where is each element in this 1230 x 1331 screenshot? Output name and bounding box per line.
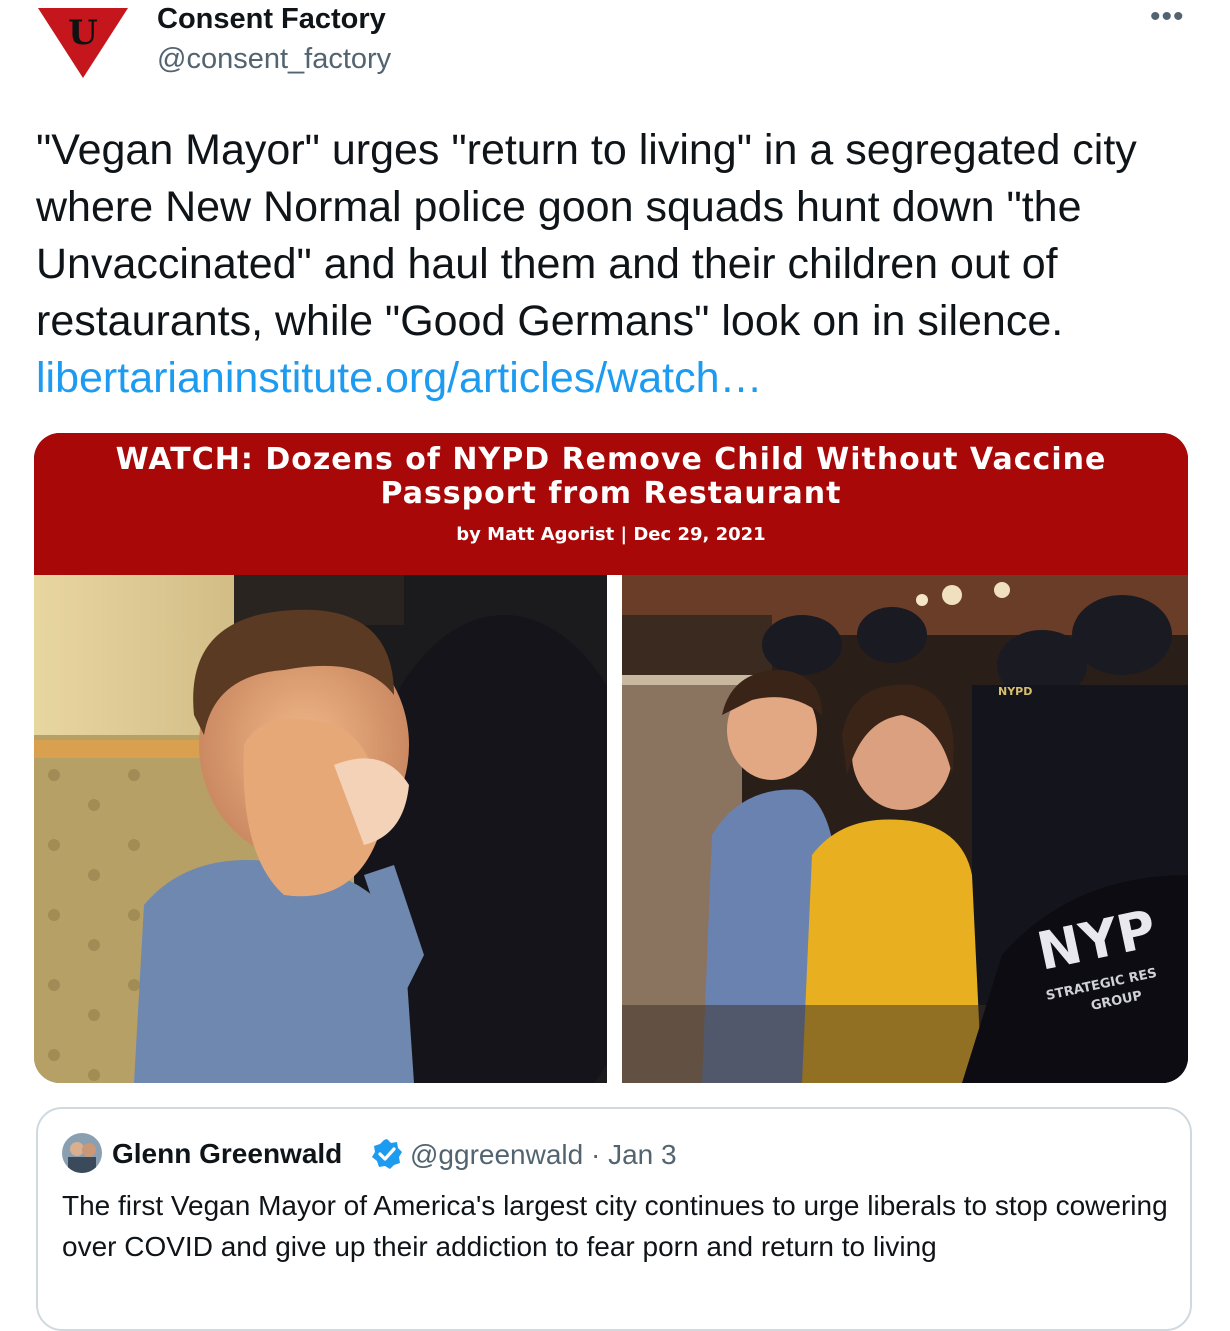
- tweet-text: "Vegan Mayor" urges "return to living" i…: [36, 122, 1206, 407]
- photo-divider: [607, 575, 622, 1083]
- tweet-body: "Vegan Mayor" urges "return to living" i…: [36, 126, 1137, 345]
- card-title: WATCH: Dozens of NYPD Remove Child Witho…: [115, 442, 1107, 511]
- card-photo-boy: [34, 575, 607, 1083]
- author-avatar[interactable]: U: [38, 8, 128, 78]
- card-byline: by Matt Agorist | Dec 29, 2021: [456, 524, 766, 545]
- quoted-author-name[interactable]: Glenn Greenwald: [112, 1138, 342, 1170]
- verified-badge-icon: [371, 1138, 403, 1170]
- card-banner: WATCH: Dozens of NYPD Remove Child Witho…: [34, 433, 1188, 575]
- author-name[interactable]: Consent Factory: [157, 3, 386, 36]
- card-photo-police: NYP STRATEGIC RES GROUP NYPD: [622, 575, 1188, 1083]
- quoted-tweet[interactable]: Glenn Greenwald @ggreenwald · Jan 3 The …: [36, 1107, 1192, 1331]
- quoted-avatar[interactable]: [62, 1133, 102, 1173]
- more-options-icon[interactable]: •••: [1150, 0, 1185, 34]
- link-card[interactable]: WATCH: Dozens of NYPD Remove Child Witho…: [34, 433, 1188, 1083]
- avatar-letter: U: [68, 13, 98, 53]
- quoted-text: The first Vegan Mayor of America's large…: [62, 1190, 1168, 1262]
- cap-badge-text: NYPD: [998, 685, 1032, 698]
- tweet-link[interactable]: libertarianinstitute.org/articles/watch…: [36, 354, 763, 402]
- quoted-handle-date: @ggreenwald · Jan 3: [410, 1139, 677, 1170]
- author-handle[interactable]: @consent_factory: [157, 43, 391, 76]
